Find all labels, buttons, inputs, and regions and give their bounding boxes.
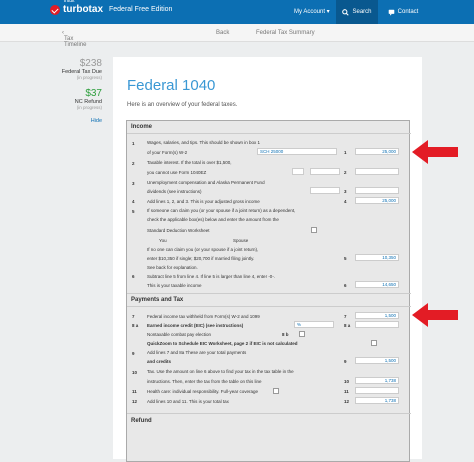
brand-intuit: intuit <box>64 0 75 4</box>
line-1-sch-field[interactable]: SCH 25000 <box>257 148 337 155</box>
turbotax-logo[interactable]: intuit turbotax Federal Free Edition <box>50 0 173 15</box>
line-8c-checkbox[interactable] <box>371 340 377 346</box>
line-1b: of your Form(s) W-2 <box>147 150 188 155</box>
intro-text: Here is an overview of your federal taxe… <box>127 102 238 108</box>
line-10b: instructions. Then, enter the tax from t… <box>147 379 262 384</box>
top-header-bar: intuit turbotax Federal Free Edition My … <box>0 0 474 24</box>
tax-timeline-link[interactable]: ‹ Tax Timeline <box>62 30 86 48</box>
line-6a: Subtract line 5 from line 4. If line 5 i… <box>147 274 276 279</box>
line-3-field[interactable] <box>310 187 340 194</box>
brand-name: turbotax <box>63 4 103 15</box>
my-account-menu[interactable]: My Account ▾ <box>294 8 330 15</box>
line-8a-amount[interactable] <box>355 321 399 328</box>
line-7-amount[interactable]: 1,500 <box>355 312 399 319</box>
line-5a: If someone can claim you (or your spouse… <box>147 208 296 213</box>
line-8a: Earned income credit (EIC) (see instruct… <box>147 323 244 328</box>
line-5d: If no one can claim you (or your spouse … <box>147 247 259 252</box>
line-5b: check the applicable box(es) below and e… <box>147 217 279 222</box>
search-icon <box>342 8 350 16</box>
state-status: (in progress) <box>76 105 102 110</box>
line-9a: Add lines 7 and 8a These are your total … <box>147 350 247 355</box>
line-5-amount[interactable]: 10,350 <box>355 254 399 261</box>
line-2-small-field[interactable] <box>292 168 304 175</box>
line-1-amount[interactable]: 25,000 <box>355 148 399 155</box>
line-5c: Standard Deduction Worksheet <box>147 228 210 233</box>
line-2a: Taxable interest. If the total is over $… <box>147 160 232 165</box>
line-10a: Tax. Use the amount on line 6 above to f… <box>147 369 294 374</box>
line-8b-checkbox[interactable] <box>299 331 305 337</box>
hide-link[interactable]: Hide <box>56 118 102 124</box>
line-5-spouse: Spouse <box>233 238 249 243</box>
line-7: Federal income tax withheld from Form(s)… <box>147 314 260 319</box>
line-6-amount[interactable]: 14,650 <box>355 281 399 288</box>
line-3a: Unemployment compensation and Alaska Per… <box>147 180 265 185</box>
state-amount: $37 <box>85 88 102 99</box>
line-12: Add lines 10 and 11. This is your total … <box>147 399 229 404</box>
refund-meter: $238 Federal Tax Due (in progress) $37 N… <box>56 58 102 124</box>
contact-icon <box>388 9 394 16</box>
search-label: Search <box>352 9 372 15</box>
line-5f: See back for explanation. <box>147 265 198 270</box>
back-link[interactable]: Back <box>216 30 229 36</box>
line-2b: you cannot use Form 1040EZ <box>147 170 207 175</box>
search-button[interactable]: Search <box>336 0 378 24</box>
line-12-amount[interactable]: 1,738 <box>355 397 399 404</box>
contact-label: Contact <box>397 9 419 15</box>
line-6b: This is your taxable income <box>147 283 202 288</box>
line-5-you: You <box>159 238 167 243</box>
line-10-amount[interactable]: 1,738 <box>355 377 399 384</box>
line-4: Add lines 1, 2, and 3. This is your adju… <box>147 199 260 204</box>
page-title: Federal 1040 <box>127 77 216 94</box>
line-4-amount[interactable]: 25,000 <box>355 197 399 204</box>
line-8b: Nontaxable combat pay election <box>147 332 212 337</box>
federal-tax-summary-link[interactable]: Federal Tax Summary <box>256 30 315 36</box>
line-8b-box-label: 8 b <box>282 332 289 337</box>
line-3b: dividends (see instructions) <box>147 189 202 194</box>
line-5e: enter $10,350 if single; $20,700 if marr… <box>147 256 255 261</box>
line-11-amount[interactable] <box>355 387 399 394</box>
line-8a-field[interactable]: % <box>294 321 334 328</box>
line-9-amount[interactable]: 1,500 <box>355 357 399 364</box>
red-arrow-icon <box>412 303 458 327</box>
line-5-checkbox[interactable] <box>311 227 317 233</box>
payments-heading: Payments and Tax <box>131 297 184 303</box>
federal-status: (in progress) <box>76 75 102 80</box>
red-arrow-icon <box>412 140 458 164</box>
form-1040-preview: Income 1 Wages, salaries, and tips. This… <box>126 120 411 462</box>
main-card: Federal 1040 Here is an overview of your… <box>113 57 422 462</box>
income-heading: Income <box>131 124 153 130</box>
line-8c: QuickZoom to Schedule EIC Worksheet, pag… <box>147 341 298 346</box>
refund-heading: Refund <box>131 418 152 424</box>
line-9b: and credits <box>147 359 172 364</box>
federal-amount: $238 <box>79 58 102 69</box>
contact-button[interactable]: Contact <box>384 0 422 24</box>
line-3-amount[interactable] <box>355 187 399 194</box>
line-1a: Wages, salaries, and tips. This should b… <box>147 140 261 145</box>
line-2-field[interactable] <box>310 168 340 175</box>
line-11-checkbox[interactable] <box>273 388 279 394</box>
edition-label: Federal Free Edition <box>109 6 173 13</box>
line-11a: Health care: individual responsibility. … <box>147 389 258 394</box>
sub-navigation: ‹ Tax Timeline Back Federal Tax Summary <box>0 24 474 48</box>
line-2-amount[interactable] <box>355 168 399 175</box>
checkmark-logo-icon <box>50 4 60 15</box>
